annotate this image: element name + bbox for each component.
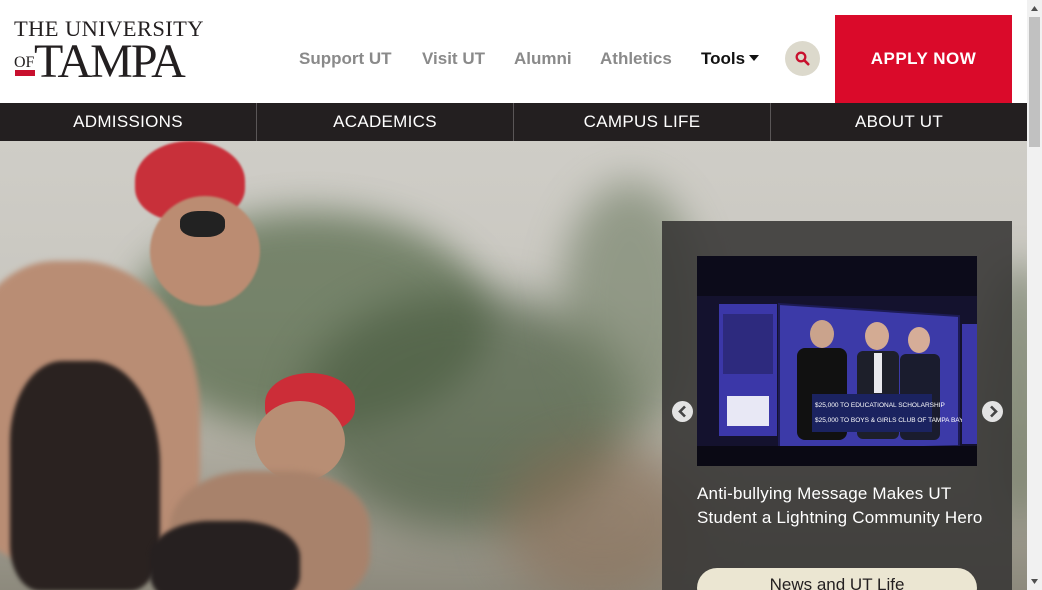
nav-campus-life[interactable]: CAMPUS LIFE (514, 103, 771, 141)
logo-main-text: TAMPA (34, 35, 186, 88)
chevron-left-icon (678, 405, 686, 418)
caret-down-icon (749, 55, 760, 61)
support-ut-link[interactable]: Support UT (299, 48, 392, 70)
search-icon (795, 51, 810, 66)
news-image-line-1: $25,000 TO EDUCATIONAL SCHOLARSHIP (815, 402, 945, 409)
search-button[interactable] (785, 41, 820, 76)
triangle-down-icon (1031, 579, 1038, 584)
tools-label: Tools (701, 49, 746, 68)
page-scrollbar[interactable] (1027, 0, 1042, 590)
news-and-ut-life-button[interactable]: News and UT Life (697, 568, 977, 590)
news-image-line-2: $25,000 TO BOYS & GIRLS CLUB OF TAMPA BA… (815, 417, 964, 424)
scroll-up-arrow[interactable] (1027, 0, 1042, 17)
news-image[interactable]: $25,000 TO EDUCATIONAL SCHOLARSHIP $25,0… (697, 256, 977, 466)
scroll-thumb[interactable] (1029, 17, 1040, 147)
nav-academics[interactable]: ACADEMICS (257, 103, 514, 141)
nav-about-ut[interactable]: ABOUT UT (771, 103, 1027, 141)
news-headline[interactable]: Anti-bullying Message Makes UT Student a… (697, 482, 987, 530)
visit-ut-link[interactable]: Visit UT (422, 48, 485, 70)
nav-admissions[interactable]: ADMISSIONS (0, 103, 257, 141)
triangle-up-icon (1031, 6, 1038, 11)
tools-dropdown[interactable]: Tools (701, 48, 760, 70)
athletics-link[interactable]: Athletics (600, 48, 672, 70)
news-carousel-card: $25,000 TO EDUCATIONAL SCHOLARSHIP $25,0… (662, 221, 1012, 590)
carousel-next-button[interactable] (982, 401, 1003, 422)
carousel-prev-button[interactable] (672, 401, 693, 422)
main-nav: ADMISSIONS ACADEMICS CAMPUS LIFE ABOUT U… (0, 103, 1027, 141)
alumni-link[interactable]: Alumni (514, 48, 572, 70)
news-photo-illustration: $25,000 TO EDUCATIONAL SCHOLARSHIP $25,0… (697, 256, 977, 466)
apply-now-button[interactable]: APPLY NOW (835, 15, 1012, 103)
site-header: THE UNIVERSITY OF TAMPA Support UT Visit… (0, 0, 1027, 103)
logo-red-bar (15, 70, 35, 76)
university-logo[interactable]: THE UNIVERSITY OF TAMPA (14, 17, 204, 88)
chevron-right-icon (990, 405, 998, 418)
scroll-down-arrow[interactable] (1027, 573, 1042, 590)
